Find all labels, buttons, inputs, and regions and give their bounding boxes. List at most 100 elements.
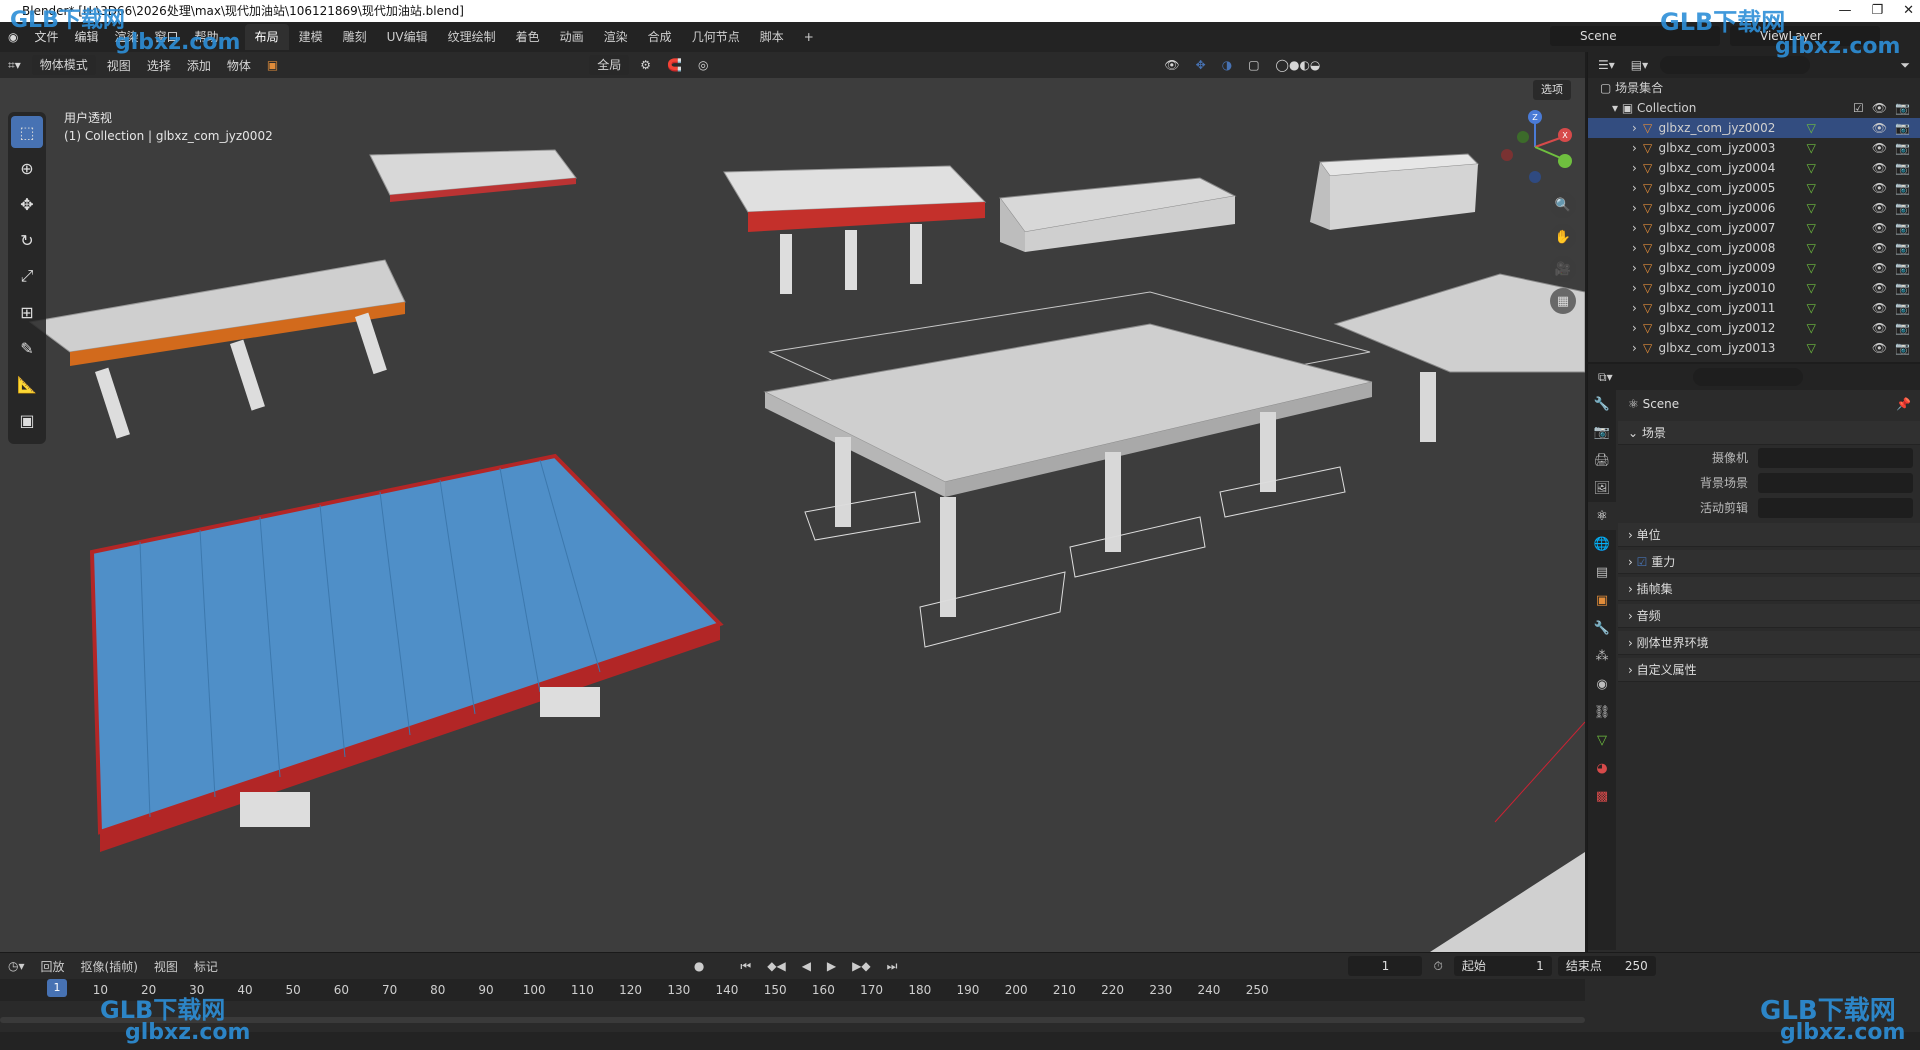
filter-icon[interactable]: ⏷	[1900, 58, 1910, 73]
expand-arrow-icon[interactable]: ›	[1632, 341, 1637, 355]
eye-icon[interactable]: 👁	[1872, 138, 1887, 158]
annotate-tool[interactable]: ✎	[11, 332, 43, 364]
tab-shading[interactable]: 着色	[506, 24, 550, 50]
properties-editor-icon[interactable]: ⧉▾	[1598, 370, 1613, 385]
next-key-icon[interactable]: ▶◆	[844, 959, 878, 973]
auto-key-icon[interactable]: ●	[686, 959, 712, 973]
view-layer-tab-icon[interactable]: 🖼	[1588, 474, 1616, 502]
tab-rendering[interactable]: 渲染	[594, 24, 638, 50]
checkbox-icon[interactable]: ☑	[1853, 98, 1864, 118]
end-frame-field[interactable]: 结束点 250	[1557, 956, 1656, 976]
camera-icon[interactable]: 📷	[1895, 258, 1910, 278]
jump-start-icon[interactable]: ⏮	[732, 959, 759, 974]
play-reverse-icon[interactable]: ◀	[794, 959, 819, 973]
tab-animation[interactable]: 动画	[550, 24, 594, 50]
camera-icon[interactable]: 📷	[1895, 298, 1910, 318]
output-tab-icon[interactable]: 🖨	[1588, 446, 1616, 474]
subpanel-header[interactable]: › 音频	[1618, 604, 1920, 628]
gizmo-toggle-icon[interactable]: ✥	[1188, 58, 1214, 72]
stopwatch-icon[interactable]: ⏱	[1425, 959, 1450, 974]
tab-texture-paint[interactable]: 纹理绘制	[438, 24, 506, 50]
expand-arrow-icon[interactable]: ›	[1632, 261, 1637, 275]
shading-modes-icon[interactable]: ◯●◐◒	[1268, 58, 1329, 72]
current-frame-field[interactable]: 1	[1348, 956, 1423, 976]
expand-arrow-icon[interactable]: ›	[1632, 181, 1637, 195]
expand-arrow-icon[interactable]: ›	[1632, 221, 1637, 235]
expand-arrow-icon[interactable]: ›	[1632, 321, 1637, 335]
menu-tl-view[interactable]: 视图	[146, 958, 186, 975]
eye-icon[interactable]: 👁	[1872, 98, 1887, 118]
material-tab-icon[interactable]: ◕	[1588, 754, 1616, 782]
outliner-object-row[interactable]: › ▽ glbxz_com_jyz0004 ▽ 👁 📷	[1588, 158, 1920, 178]
outliner-object-row[interactable]: › ▽ glbxz_com_jyz0012 ▽ 👁 📷	[1588, 318, 1920, 338]
subpanel-header[interactable]: › 插帧集	[1618, 577, 1920, 601]
overlay-toggle-icon[interactable]: ◑	[1214, 58, 1240, 72]
measure-tool[interactable]: 📐	[11, 368, 43, 400]
add-cube-tool[interactable]: ▣	[11, 404, 43, 436]
start-frame-field[interactable]: 起始 1	[1453, 956, 1552, 976]
camera-icon[interactable]: 📷	[1895, 278, 1910, 298]
scene-panel-header[interactable]: ⌄ 场景	[1618, 421, 1920, 445]
expand-arrow-icon[interactable]: ›	[1632, 121, 1637, 135]
xray-icon[interactable]: ▢	[1240, 58, 1267, 72]
eye-icon[interactable]: 👁	[1872, 338, 1887, 358]
navigation-gizmo[interactable]: Z X	[1495, 107, 1575, 187]
physics-tab-icon[interactable]: ◉	[1588, 670, 1616, 698]
eye-icon[interactable]: 👁	[1872, 278, 1887, 298]
tab-scripting[interactable]: 脚本	[750, 24, 794, 50]
proportional-icon[interactable]: ◎	[690, 58, 716, 72]
add-workspace-button[interactable]: +	[794, 24, 824, 50]
expand-arrow-icon[interactable]: ›	[1632, 301, 1637, 315]
camera-icon[interactable]: 📷	[1895, 218, 1910, 238]
3d-viewport[interactable]: ⌗▾ 物体模式 视图 选择 添加 物体 ▣ 全局 ⚙ 🧲 ◎ 👁 ✥ ◑ ▢ ◯…	[0, 52, 1585, 952]
ortho-grid-icon[interactable]: ▦	[1550, 288, 1576, 314]
eye-icon[interactable]: 👁	[1872, 158, 1887, 178]
pan-hand-icon[interactable]: ✋	[1550, 224, 1576, 250]
menu-add[interactable]: 添加	[179, 57, 219, 74]
pivot-icon[interactable]: ⚙	[632, 58, 659, 72]
cursor-tool[interactable]: ⊕	[11, 152, 43, 184]
tab-sculpting[interactable]: 雕刻	[333, 24, 377, 50]
menu-keying[interactable]: 抠像(插帧)	[73, 958, 146, 975]
outliner-editor-icon[interactable]: ☰▾	[1598, 58, 1615, 72]
collection-tab-icon[interactable]: ▤	[1588, 558, 1616, 586]
outliner-object-row[interactable]: › ▽ glbxz_com_jyz0006 ▽ 👁 📷	[1588, 198, 1920, 218]
eye-icon[interactable]: 👁	[1872, 318, 1887, 338]
visibility-icon[interactable]: 👁	[1156, 58, 1187, 72]
playhead[interactable]: 1	[47, 979, 67, 997]
pin-icon[interactable]: 📌	[1896, 390, 1911, 418]
editor-type-icon[interactable]: ⌗▾	[0, 58, 29, 73]
eye-icon[interactable]: 👁	[1872, 118, 1887, 138]
transform-orientation[interactable]: 全局	[589, 55, 630, 75]
snap-icon[interactable]: 🧲	[659, 58, 690, 72]
display-mode-icon[interactable]: ▤▾	[1631, 58, 1648, 72]
tab-compositing[interactable]: 合成	[638, 24, 682, 50]
jump-end-icon[interactable]: ⏭	[879, 959, 906, 974]
fbx-import-icon[interactable]: ▣	[259, 58, 286, 72]
object-tab-icon[interactable]: ▣	[1588, 586, 1616, 614]
camera-icon[interactable]: 📷	[1895, 138, 1910, 158]
minimize-icon[interactable]: —	[1838, 0, 1851, 22]
eye-icon[interactable]: 👁	[1872, 238, 1887, 258]
transform-tool[interactable]: ⊞	[11, 296, 43, 328]
eye-icon[interactable]: 👁	[1872, 198, 1887, 218]
subpanel-header[interactable]: › ☑ 重力	[1618, 550, 1920, 574]
axis-y-icon[interactable]	[1558, 154, 1572, 168]
zoom-icon[interactable]: 🔍	[1550, 192, 1576, 218]
outliner-object-row[interactable]: › ▽ glbxz_com_jyz0008 ▽ 👁 📷	[1588, 238, 1920, 258]
menu-select[interactable]: 选择	[139, 57, 179, 74]
world-tab-icon[interactable]: 🌐	[1588, 530, 1616, 558]
menu-marker[interactable]: 标记	[186, 958, 226, 975]
expand-arrow-icon[interactable]: ›	[1632, 141, 1637, 155]
camera-field[interactable]	[1758, 447, 1913, 468]
scene-collection-row[interactable]: ▢ 场景集合	[1588, 78, 1920, 98]
outliner-object-row[interactable]: › ▽ glbxz_com_jyz0005 ▽ 👁 📷	[1588, 178, 1920, 198]
camera-icon[interactable]: 📷	[1895, 198, 1910, 218]
move-tool[interactable]: ✥	[11, 188, 43, 220]
mode-selector[interactable]: 物体模式	[31, 55, 96, 75]
camera-icon[interactable]: 📷	[1895, 98, 1910, 118]
select-box-tool[interactable]: ⬚	[11, 116, 43, 148]
play-icon[interactable]: ▶	[819, 959, 844, 973]
frame-ruler[interactable]: 10 20 30 40 50 60 70 80 90 100 110 120 130 140 150 160 1…	[0, 979, 1585, 1001]
scale-tool[interactable]: ⤢	[11, 260, 43, 292]
